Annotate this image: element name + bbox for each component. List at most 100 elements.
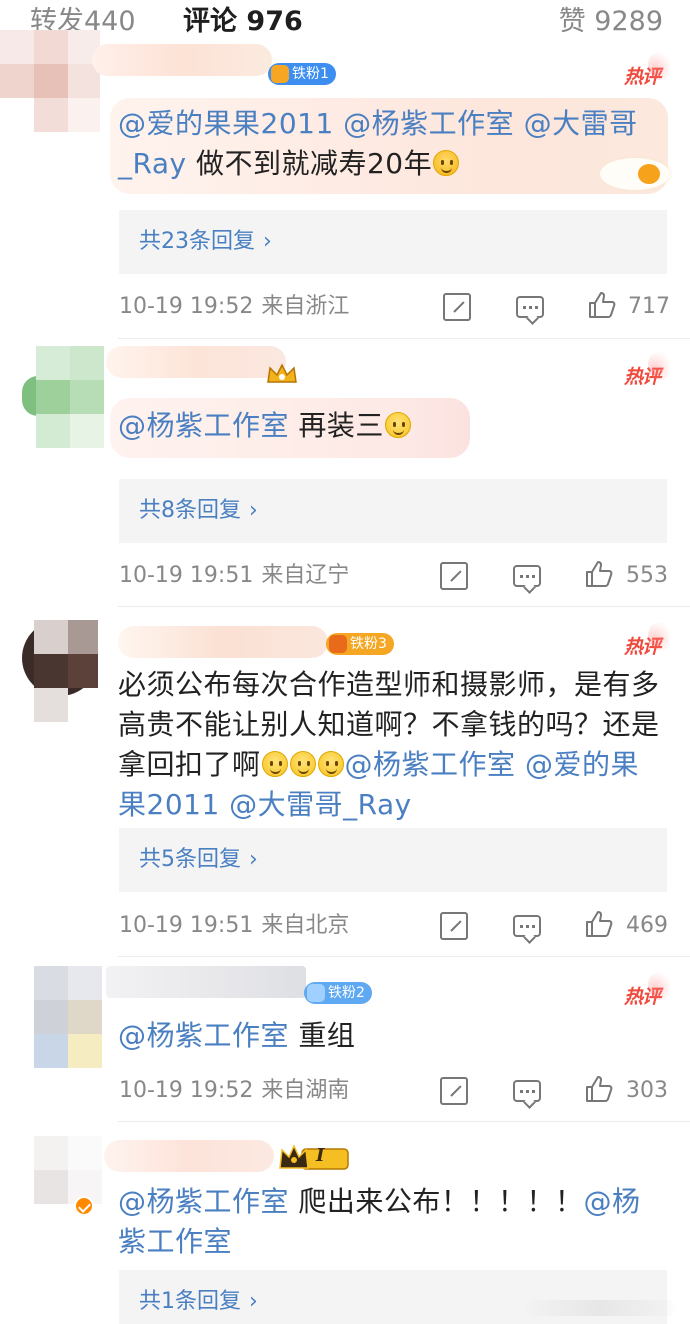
comment-text: @爱的果果2011 @杨紫工作室 @大雷哥_Ray 做不到就减寿20年 — [118, 104, 658, 184]
replies-link[interactable]: 共1条回复 › — [139, 1282, 258, 1322]
comment-body-line: 果2011 @大雷哥_Ray — [118, 785, 670, 825]
fan-badge-icon — [329, 635, 347, 653]
divider — [118, 1121, 690, 1122]
like-icon[interactable] — [584, 559, 613, 587]
tab-like-label: 赞 — [558, 6, 586, 37]
avatar[interactable] — [34, 966, 104, 1070]
username[interactable] — [92, 44, 272, 76]
mention-link[interactable]: @杨紫工作室 — [118, 1185, 289, 1218]
fan-badge: 铁粉3 — [326, 633, 394, 655]
mention-link[interactable]: @杨 — [583, 1185, 640, 1218]
like-icon[interactable] — [584, 1074, 613, 1102]
like-count: 553 — [626, 563, 668, 588]
comment-time: 10-19 19:52 — [119, 1078, 254, 1103]
replies-count: 共8条回复 — [139, 498, 241, 523]
replies-count: 共23条回复 — [139, 229, 255, 254]
mention-link[interactable]: @爱的果 — [525, 748, 639, 781]
mention-link[interactable]: @杨紫工作室 — [118, 1019, 289, 1052]
crown-icon — [266, 362, 298, 386]
divider — [118, 606, 690, 607]
comment-meta: 10-19 19:52 来自湖南 — [119, 1076, 349, 1106]
comment-location: 来自辽宁 — [261, 563, 350, 588]
comment-icon[interactable] — [516, 296, 544, 318]
tab-like[interactable]: 赞 9289 — [559, 4, 663, 40]
thumbs-up-icon — [589, 292, 616, 318]
replies-link[interactable]: 共8条回复 › — [139, 491, 258, 531]
comment-body: 做不到就减寿20年 — [195, 147, 433, 180]
smile-emoji-icon — [289, 751, 316, 777]
chevron-right-icon: › — [249, 847, 258, 872]
comment-icon[interactable] — [513, 1080, 541, 1102]
fan-badge: 铁粉1 — [268, 63, 336, 85]
username[interactable] — [104, 1140, 274, 1172]
comment-time: 10-19 19:52 — [119, 294, 254, 319]
flame-icon — [648, 972, 670, 1000]
chevron-right-icon: › — [263, 229, 272, 254]
repost-icon[interactable] — [440, 912, 468, 940]
flame-icon — [648, 352, 670, 380]
smile-emoji-icon — [384, 412, 411, 438]
comment-body: 拿回扣了啊 — [118, 748, 261, 781]
username[interactable] — [106, 346, 286, 378]
avatar[interactable] — [22, 346, 106, 450]
mention-link[interactable]: @爱的果果2011 — [118, 107, 334, 140]
comment-text: @杨紫工作室 爬出来公布！！！！！@杨 紫工作室 — [118, 1182, 658, 1262]
tab-comment[interactable]: 评论 976 — [183, 4, 303, 40]
comment-body: 必须公布每次合作造型师和摄影师，是有多 — [118, 668, 660, 701]
like-count: 303 — [626, 1078, 668, 1103]
like-icon[interactable] — [587, 290, 616, 318]
mention-link[interactable]: @杨紫工作室 — [118, 409, 289, 442]
replies-count: 共1条回复 — [139, 1289, 241, 1314]
mention-link[interactable]: 紫工作室 — [118, 1225, 232, 1258]
replies-link[interactable]: 共23条回复 › — [139, 222, 272, 262]
username[interactable] — [118, 626, 328, 658]
repost-icon[interactable] — [443, 293, 471, 321]
fan-badge-icon — [271, 65, 289, 83]
comment-body-line: @杨紫工作室 爬出来公布！！！！！@杨 — [118, 1182, 658, 1222]
mention-link[interactable]: @大雷哥_Ray — [229, 788, 412, 821]
comment-meta: 10-19 19:51 来自辽宁 — [119, 561, 349, 591]
thumbs-up-icon — [586, 911, 613, 937]
mention-link[interactable]: 果2011 — [118, 788, 220, 821]
fan-badge-label: 铁粉2 — [328, 985, 365, 1001]
tab-comment-label: 评论 — [183, 6, 237, 37]
divider — [118, 956, 690, 957]
comment-body: 高贵不能让别人知道啊？不拿钱的吗？还是 — [118, 708, 660, 741]
repost-icon[interactable] — [440, 562, 468, 590]
fan-badge-label: 铁粉3 — [350, 636, 387, 652]
mention-link[interactable]: @杨紫工作室 — [345, 748, 516, 781]
fan-badge-label: 铁粉1 — [292, 66, 329, 82]
comment-icon[interactable] — [513, 915, 541, 937]
hot-comment-badge: 热评 — [624, 622, 670, 659]
comment-text: 必须公布每次合作造型师和摄影师，是有多 高贵不能让别人知道啊？不拿钱的吗？还是 … — [118, 665, 670, 825]
replies-box[interactable]: 共23条回复 › — [119, 210, 667, 274]
avatar[interactable] — [22, 620, 98, 724]
like-count: 469 — [626, 913, 668, 938]
replies-box[interactable]: 共8条回复 › — [119, 479, 667, 543]
username[interactable] — [106, 966, 306, 998]
hot-comment-badge: 热评 — [624, 352, 670, 389]
comment-location: 来自北京 — [261, 913, 350, 938]
avatar[interactable] — [0, 30, 100, 140]
comment-meta: 10-19 19:52 来自浙江 — [119, 292, 349, 322]
thumbs-up-icon — [586, 1076, 613, 1102]
replies-count: 共5条回复 — [139, 847, 241, 872]
comment-location: 来自湖南 — [261, 1078, 350, 1103]
fan-badge: 铁粉2 — [304, 982, 372, 1004]
thumbs-up-icon — [586, 561, 613, 587]
comment-body: 再装三 — [298, 409, 384, 442]
hot-comment-badge: 热评 — [624, 972, 670, 1009]
smile-emoji-icon — [317, 751, 344, 777]
comment-location: 来自浙江 — [261, 294, 350, 319]
flame-icon — [648, 52, 670, 80]
like-icon[interactable] — [584, 909, 613, 937]
mention-link[interactable]: @杨紫工作室 — [343, 107, 514, 140]
comment-icon[interactable] — [513, 565, 541, 587]
replies-link[interactable]: 共5条回复 › — [139, 840, 258, 880]
verified-icon — [74, 1196, 94, 1216]
replies-box[interactable]: 共5条回复 › — [119, 828, 667, 892]
tab-bar: 转发440 评论 976 赞 9289 — [0, 0, 690, 46]
crown-level-label: I — [316, 1145, 325, 1166]
chevron-right-icon: › — [249, 1289, 258, 1314]
repost-icon[interactable] — [440, 1077, 468, 1105]
